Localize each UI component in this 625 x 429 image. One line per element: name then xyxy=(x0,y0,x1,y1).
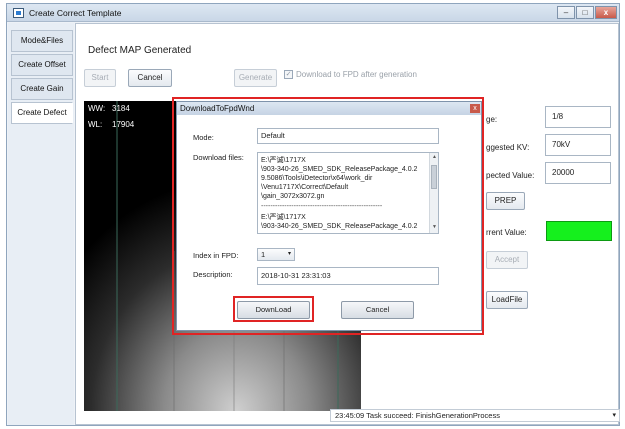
file-1-line-1: E:\严诚\1717X xyxy=(261,157,306,164)
file-2-line-2: \903-340-26_SMED_SDK_ReleasePackage_4.0.… xyxy=(261,223,418,230)
download-files-list[interactable]: E:\严诚\1717X \903-340-26_SMED_SDK_Release… xyxy=(257,152,439,234)
index-select[interactable]: 1 ▾ xyxy=(257,248,295,261)
window-title: Create Correct Template xyxy=(29,8,122,18)
suggested-kv-field[interactable]: 70kV xyxy=(545,134,611,156)
cancel-button[interactable]: Cancel xyxy=(128,69,172,87)
dialog-title: DownloadToFpdWnd xyxy=(177,102,481,115)
close-button[interactable]: x xyxy=(595,6,617,19)
wl-label: WL: xyxy=(88,120,103,129)
current-value-label: rrent Value: xyxy=(486,228,527,237)
download-checkbox[interactable]: ✓ xyxy=(284,70,293,79)
dialog-cancel-button[interactable]: Cancel xyxy=(341,301,414,319)
file-1-line-2: \903-340-26_SMED_SDK_ReleasePackage_4.0.… xyxy=(261,166,418,173)
file-separator: ----------------------------------------… xyxy=(261,203,383,210)
loadfile-button[interactable]: LoadFile xyxy=(486,291,528,309)
start-button[interactable]: Start xyxy=(84,69,116,87)
tab-create-gain[interactable]: Create Gain xyxy=(11,78,73,100)
file-1-line-5: \gain_3072x3072.gn xyxy=(261,193,325,200)
scroll-down-icon[interactable]: ▼ xyxy=(430,224,438,230)
files-scrollbar[interactable]: ▲ ▼ xyxy=(429,153,438,233)
download-button-highlight xyxy=(233,296,314,322)
expected-value-field[interactable]: 20000 xyxy=(545,162,611,184)
gain-ratio-label: ge: xyxy=(486,115,498,124)
mode-field[interactable]: Default xyxy=(257,128,439,144)
file-1-line-4: \Venu1717X\Correct\Default xyxy=(261,184,349,191)
file-entry-1: E:\严诚\1717X \903-340-26_SMED_SDK_Release… xyxy=(258,156,428,231)
description-field[interactable]: 2018-10-31 23:31:03 xyxy=(257,267,439,285)
index-label: Index in FPD: xyxy=(193,251,239,260)
app-icon xyxy=(13,8,24,18)
ww-value: 3184 xyxy=(112,104,130,113)
tab-create-offset[interactable]: Create Offset xyxy=(11,54,73,76)
download-files-label: Download files: xyxy=(193,153,244,162)
download-checkbox-label: Download to FPD after generation xyxy=(296,70,417,79)
description-label: Description: xyxy=(193,270,233,279)
accept-button[interactable]: Accept xyxy=(486,251,528,269)
scroll-up-icon[interactable]: ▲ xyxy=(430,154,438,160)
status-dropdown-icon[interactable]: ▾ xyxy=(612,410,616,421)
generate-button[interactable]: Generate xyxy=(234,69,277,87)
dialog-close-button[interactable]: x xyxy=(470,104,480,113)
suggested-kv-label: ggested KV: xyxy=(486,143,530,152)
mode-label: Mode: xyxy=(193,133,214,142)
expected-value-label: pected Value: xyxy=(486,171,535,180)
file-1-line-3: 9.5086\Tools\iDetector\x64\work_dir xyxy=(261,175,373,182)
scroll-thumb[interactable] xyxy=(431,165,437,189)
ww-label: WW: xyxy=(88,104,106,113)
title-bar: Create Correct Template – □ x xyxy=(7,4,619,22)
side-tab-strip: Mode&Files Create Offset Create Gain Cre… xyxy=(8,23,74,425)
index-value: 1 xyxy=(261,250,266,259)
wl-value: 17904 xyxy=(112,120,135,129)
file-2-line-1: E:\严诚\1717X xyxy=(261,214,306,221)
chevron-down-icon: ▾ xyxy=(287,251,291,257)
current-value-indicator xyxy=(546,221,612,241)
tab-mode-files[interactable]: Mode&Files xyxy=(11,30,73,52)
prep-button[interactable]: PREP xyxy=(486,192,525,210)
gain-ratio-field[interactable]: 1/8 xyxy=(545,106,611,128)
status-bar: 23:45:09 Task succeed: FinishGenerationP… xyxy=(330,409,620,422)
maximize-button[interactable]: □ xyxy=(576,6,594,19)
page-title: Defect MAP Generated xyxy=(88,45,192,56)
minimize-button[interactable]: – xyxy=(557,6,575,19)
status-text: 23:45:09 Task succeed: FinishGenerationP… xyxy=(335,411,500,420)
tab-create-defect[interactable]: Create Defect xyxy=(11,102,73,124)
